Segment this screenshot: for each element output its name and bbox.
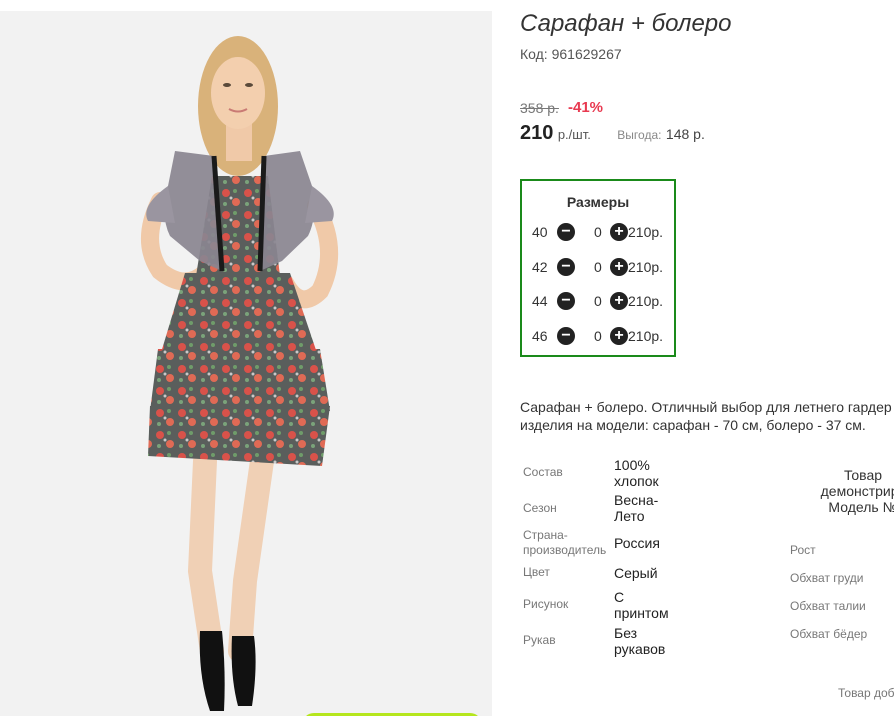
profit-label: Выгода: — [617, 128, 662, 142]
size-price: 210р. — [628, 328, 664, 344]
model-heading-line: Модель № — [828, 499, 894, 515]
model-heading: Товар демонстриру Модель № — [800, 467, 894, 515]
spec-label-country: Страна-производитель — [523, 528, 607, 557]
spec-value-country: Россия — [614, 535, 660, 551]
minus-icon[interactable]: − — [557, 223, 575, 241]
spec-value-composition: 100% хлопок — [614, 457, 659, 489]
size-label: 42 — [532, 259, 548, 275]
size-label: 44 — [532, 293, 548, 309]
minus-icon[interactable]: − — [557, 258, 575, 276]
quantity-value: 0 — [594, 259, 602, 275]
discount-badge: -41% — [568, 99, 604, 116]
size-label: 46 — [532, 328, 548, 344]
spec-label-pattern: Рисунок — [523, 597, 569, 611]
plus-icon[interactable]: + — [610, 292, 628, 310]
model-param-hips: Обхват бёдер — [790, 627, 868, 641]
old-price: 358 р. — [520, 100, 559, 116]
model-heading-line: Товар — [843, 467, 883, 483]
size-selector: Размеры 40 − 0 + 210р. 42 − 0 + 210р. 44… — [520, 179, 676, 357]
plus-icon[interactable]: + — [610, 258, 628, 276]
size-row: 44 − 0 + 210р. — [532, 292, 672, 312]
description-line: Сарафан + болеро. Отличный выбор для лет… — [520, 399, 892, 415]
product-code: Код: 961629267 — [520, 46, 622, 62]
spec-label-color: Цвет — [523, 565, 550, 579]
quantity-value: 0 — [594, 293, 602, 309]
model-param-waist: Обхват талии — [790, 599, 866, 613]
description-line: изделия на модели: сарафан - 70 см, боле… — [520, 417, 866, 433]
product-description: Сарафан + болеро. Отличный выбор для лет… — [520, 398, 894, 434]
minus-icon[interactable]: − — [557, 292, 575, 310]
spec-value-sleeve: Без рукавов — [614, 625, 666, 657]
product-photo[interactable] — [0, 11, 492, 716]
sizes-title: Размеры — [566, 194, 630, 210]
price-value: 210 — [520, 122, 554, 144]
price-row: 210 р./шт. Выгода: 148 р. — [520, 122, 705, 145]
spec-value-pattern: С принтом — [614, 589, 669, 621]
model-param-chest: Обхват груди — [790, 571, 864, 585]
size-price: 210р. — [628, 259, 664, 275]
size-price: 210р. — [628, 293, 664, 309]
model-image — [141, 36, 338, 711]
quantity-value: 0 — [594, 328, 602, 344]
spec-value-season: Весна-Лето — [614, 492, 659, 524]
spec-value-color: Серый — [614, 565, 658, 581]
price-unit: р./шт. — [557, 127, 591, 142]
size-label: 40 — [532, 224, 548, 240]
spec-label-composition: Состав — [523, 465, 563, 479]
size-price: 210р. — [628, 224, 664, 240]
plus-icon[interactable]: + — [610, 327, 628, 345]
size-row: 42 − 0 + 210р. — [532, 258, 672, 278]
model-heading-line: демонстриру — [820, 483, 894, 499]
quantity-value: 0 — [594, 224, 602, 240]
spec-label-sleeve: Рукав — [523, 633, 556, 647]
plus-icon[interactable]: + — [610, 223, 628, 241]
product-title: Сарафан + болеро — [520, 10, 732, 37]
profit-value: 148 р. — [665, 126, 705, 142]
size-row: 40 − 0 + 210р. — [532, 223, 672, 243]
minus-icon[interactable]: − — [557, 327, 575, 345]
spec-label-season: Сезон — [523, 501, 557, 515]
model-param-height: Рост — [790, 543, 816, 557]
size-row: 46 − 0 + 210р. — [532, 327, 672, 347]
footer-note: Товар доб — [838, 686, 894, 700]
